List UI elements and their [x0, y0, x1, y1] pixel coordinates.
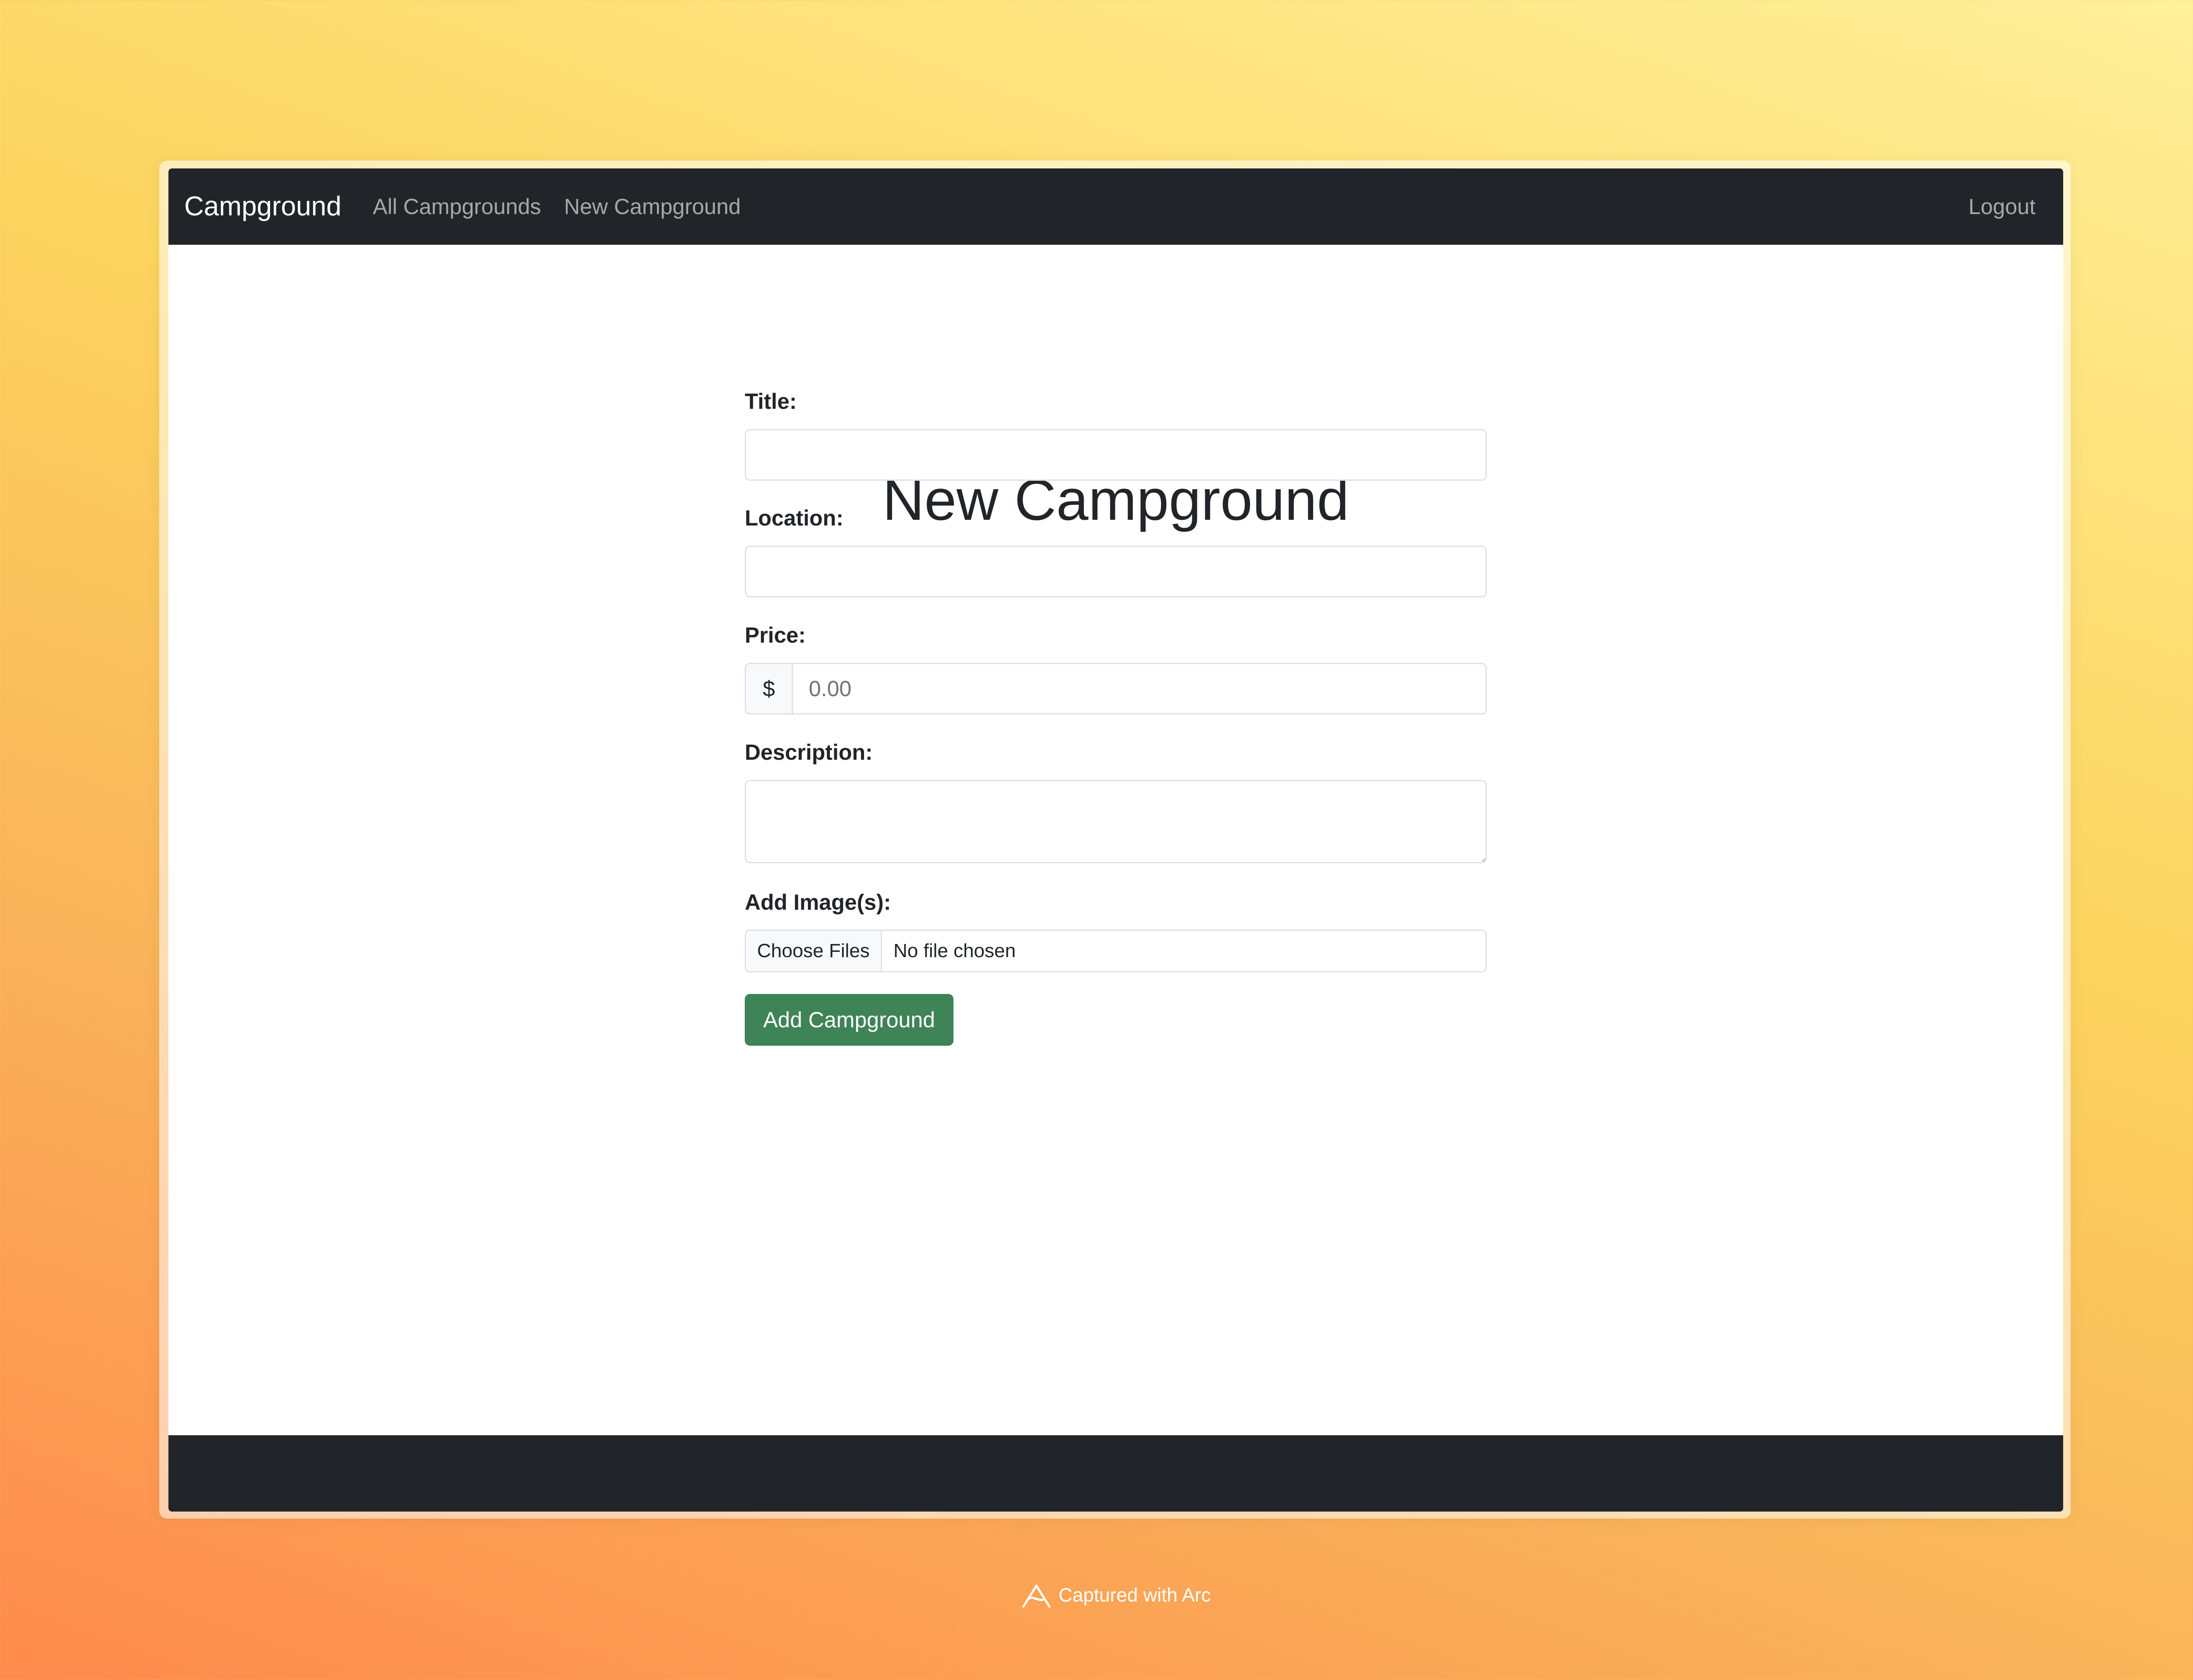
- title-label: Title:: [745, 389, 797, 414]
- choose-files-button[interactable]: Choose Files: [746, 931, 882, 971]
- price-input-group: $: [745, 663, 1487, 715]
- location-input[interactable]: [745, 546, 1487, 597]
- location-label: Location:: [745, 506, 843, 530]
- arc-logo-icon: [1022, 1584, 1051, 1608]
- price-input[interactable]: [792, 663, 1487, 715]
- navbar-brand[interactable]: Campground: [184, 168, 341, 245]
- arc-caption: Captured with Arc: [0, 1581, 2193, 1610]
- navbar: Campground All Campgrounds New Campgroun…: [168, 168, 2063, 245]
- currency-prefix: $: [745, 663, 793, 715]
- title-input[interactable]: [745, 429, 1487, 481]
- price-label: Price:: [745, 623, 806, 647]
- description-textarea[interactable]: [745, 780, 1487, 863]
- image-file-input[interactable]: Choose Files No file chosen: [745, 929, 1487, 972]
- browser-window: Campground All Campgrounds New Campgroun…: [168, 168, 2063, 1512]
- nav-link-new-campground[interactable]: New Campground: [564, 168, 741, 245]
- description-label: Description:: [745, 740, 873, 765]
- arc-caption-text: Captured with Arc: [1058, 1584, 1211, 1606]
- footer: [168, 1435, 2063, 1512]
- add-campground-button[interactable]: Add Campground: [745, 994, 954, 1046]
- nav-link-all-campgrounds[interactable]: All Campgrounds: [373, 168, 541, 245]
- images-label: Add Image(s):: [745, 890, 891, 915]
- nav-link-logout[interactable]: Logout: [1968, 168, 2036, 245]
- file-status-text: No file chosen: [893, 940, 1016, 962]
